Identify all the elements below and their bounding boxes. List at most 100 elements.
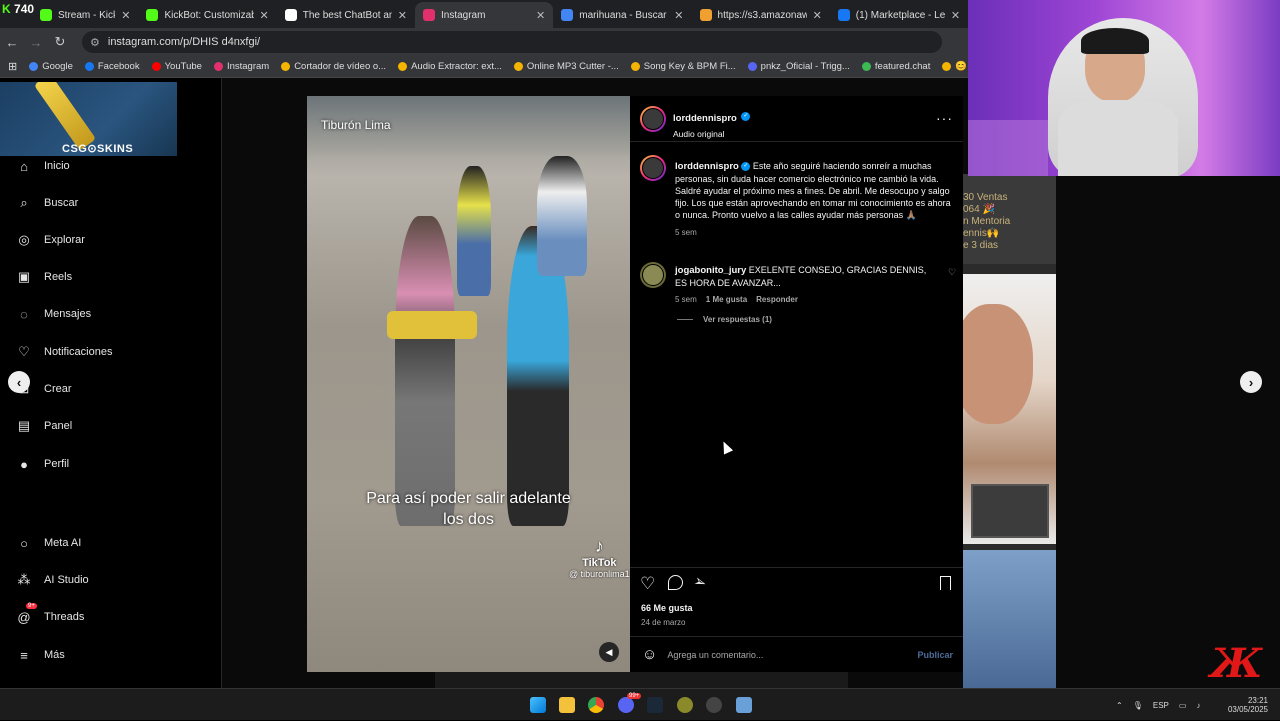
site-info-icon[interactable]: ⚙ [90, 36, 100, 49]
url-field[interactable]: ⚙ instagram.com/p/DHIS d4nxfgi/ [82, 31, 942, 53]
feed-thumbnail[interactable] [963, 274, 1056, 544]
close-tab-icon[interactable]: ✕ [260, 9, 269, 22]
menu-icon: ≡ [20, 647, 28, 663]
bookmark-item[interactable]: Facebook [84, 61, 140, 72]
windows-start-icon[interactable] [530, 697, 546, 713]
app-icon[interactable] [706, 697, 722, 713]
author-username[interactable]: lorddennispro [673, 113, 737, 124]
audio-toggle-button[interactable]: ◀ [599, 642, 619, 662]
like-heart-icon[interactable]: ♡ [640, 574, 655, 594]
close-tab-icon[interactable]: ✕ [674, 9, 683, 22]
file-explorer-icon[interactable] [559, 697, 575, 713]
bookmark-label: Cortador de vídeo o... [294, 61, 387, 72]
close-tab-icon[interactable]: ✕ [951, 9, 960, 22]
feed-thumbnail[interactable] [963, 550, 1056, 688]
bookmark-favicon-icon [151, 62, 161, 71]
csg-skins-banner[interactable]: CSG⊙SKINS [0, 82, 177, 156]
comment-likes[interactable]: 1 Me gusta [706, 294, 747, 306]
sidebar-item-meta-ai[interactable]: ○ Meta AI [16, 535, 81, 551]
commenter-avatar[interactable] [640, 262, 666, 288]
sidebar-item-profile[interactable]: ● Perfil [16, 456, 69, 472]
bookmark-item[interactable]: pnkz_Oficial - Trigg... [747, 61, 850, 72]
clock-time[interactable]: 23:21 [1248, 696, 1268, 705]
apps-icon[interactable]: ⊞ [8, 60, 17, 73]
bookmark-item[interactable]: Song Key & BPM Fi... [630, 61, 736, 72]
caption-username[interactable]: lorddennispro [675, 161, 739, 172]
browser-tab[interactable]: (1) Marketplace - Lentes ✕ [830, 2, 968, 28]
forward-icon[interactable]: → [24, 35, 48, 50]
video-watermark: Tiburón Lima [321, 118, 391, 132]
close-tab-icon[interactable]: ✕ [398, 9, 407, 22]
bookmark-item[interactable]: Cortador de vídeo o... [281, 61, 386, 72]
bookmark-item[interactable]: featured.chat [861, 61, 930, 72]
browser-tab[interactable]: Instagram ✕ [414, 2, 554, 28]
app-icon[interactable] [677, 697, 693, 713]
sidebar-item-heart[interactable]: ♡ Notificaciones [16, 344, 112, 360]
bookmark-item[interactable]: Google [29, 61, 73, 72]
commenter-username[interactable]: jogabonito_jury [675, 265, 746, 276]
caption-time: 5 sem [675, 228, 697, 237]
bookmark-item[interactable]: Instagram [213, 61, 269, 72]
volume-icon[interactable]: ♪ [1196, 701, 1200, 710]
close-tab-icon[interactable]: ✕ [813, 9, 822, 22]
tiktok-handle: @ tiburonlima1 [569, 569, 630, 579]
view-replies-label[interactable]: Ver respuestas (1) [703, 315, 772, 324]
steam-icon[interactable] [647, 697, 663, 713]
likes-count[interactable]: 66 Me gusta [641, 603, 693, 613]
tab-favicon-icon [422, 9, 435, 21]
clock-date[interactable]: 03/05/2025 [1228, 705, 1268, 714]
sidebar-item-menu[interactable]: ≡ Más [16, 647, 65, 663]
sidebar-item-threads[interactable]: @ Threads 9+ [16, 603, 84, 625]
author-avatar[interactable] [640, 106, 666, 132]
streamer-hair-image [1081, 28, 1149, 54]
background-feed-strip [435, 672, 848, 688]
back-icon[interactable]: ← [0, 35, 24, 50]
emoji-icon[interactable]: ☺ [642, 646, 657, 663]
more-options-icon[interactable]: ··· [936, 110, 953, 126]
network-icon[interactable]: ▭ [1179, 701, 1187, 710]
audio-label[interactable]: Audio original [673, 129, 750, 139]
sidebar-item-ai-studio[interactable]: ⁂ AI Studio [16, 572, 89, 588]
share-send-icon[interactable]: ➢ [691, 571, 709, 592]
comment-input[interactable]: Agrega un comentario... [667, 650, 907, 660]
tab-title: Instagram [440, 9, 486, 21]
close-tab-icon[interactable]: ✕ [121, 9, 130, 22]
sidebar-item-messenger[interactable]: ◌ Mensajes [16, 306, 91, 322]
sidebar-item-dashboard[interactable]: ▤ Panel [16, 418, 72, 434]
close-tab-icon[interactable]: ✕ [536, 9, 545, 22]
microphone-icon[interactable]: 🎙 [1133, 701, 1143, 710]
discord-icon[interactable] [618, 697, 634, 713]
bookmark-item[interactable]: Online MP3 Cutter -... [513, 61, 619, 72]
chrome-icon[interactable] [588, 697, 604, 713]
verified-badge-icon: ✓ [741, 112, 751, 122]
comment-bubble-icon[interactable] [668, 575, 683, 590]
publish-button[interactable]: Publicar [917, 650, 953, 660]
sidebar-item-search[interactable]: ⌕ Buscar [16, 195, 78, 211]
browser-tab[interactable]: https://s3.amazonaws.con ✕ [692, 2, 830, 28]
threads-icon: @ [17, 609, 31, 625]
feed-thumbnail[interactable]: 30 Ventas 064 🎉 n Mentoria ennis🙌 e 3 di… [963, 174, 1056, 264]
post-video[interactable]: Tiburón Lima Para así poder salir adelan… [307, 96, 630, 672]
browser-tab[interactable]: KickBot: Customizable Ch ✕ [138, 2, 276, 28]
bookmark-item[interactable]: YouTube [151, 61, 202, 72]
language-indicator[interactable]: ESP [1153, 701, 1169, 710]
speaker-icon: ◀ [605, 646, 613, 657]
sidebar-item-reels[interactable]: ▣ Reels [16, 269, 72, 285]
calculator-icon[interactable] [736, 697, 752, 713]
bookmark-item[interactable]: Audio Extractor: ext... [398, 61, 502, 72]
sidebar-item-home[interactable]: ⌂ Inicio [16, 158, 70, 174]
browser-tab[interactable]: The best ChatBot and Wi ✕ [277, 2, 415, 28]
reload-icon[interactable]: ↻ [48, 34, 72, 50]
reply-button[interactable]: Responder [756, 294, 798, 306]
previous-post-button[interactable]: ‹ [8, 371, 30, 393]
browser-tab[interactable]: marihuana - Buscar con G ✕ [553, 2, 691, 28]
next-post-button[interactable]: › [1240, 371, 1262, 393]
save-bookmark-icon[interactable] [940, 576, 951, 590]
view-replies[interactable]: Ver respuestas (1) [677, 315, 772, 324]
caption-avatar[interactable] [640, 155, 666, 181]
sidebar-item-compass[interactable]: ◎ Explorar [16, 232, 85, 248]
webcam-overlay [968, 0, 1280, 176]
bookmark-label: Facebook [97, 61, 140, 72]
tray-chevron-icon[interactable]: ⌃ [1116, 701, 1123, 710]
like-comment-heart-icon[interactable]: ♡ [948, 267, 956, 278]
